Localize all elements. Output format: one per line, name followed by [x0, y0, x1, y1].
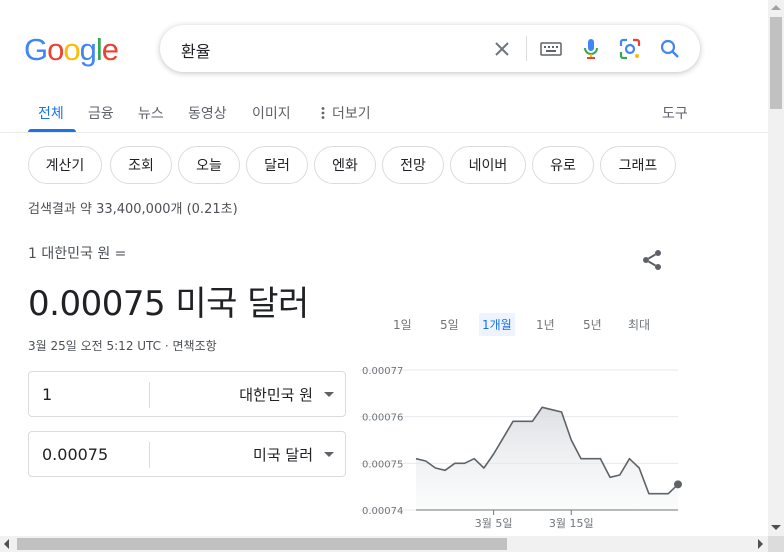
to-amount-row: 0.00075 미국 달러 [28, 431, 346, 477]
tab-all[interactable]: 전체 [38, 103, 64, 123]
search-box[interactable]: 환율 [160, 25, 700, 72]
share-icon[interactable] [640, 248, 664, 272]
to-currency-select[interactable]: 미국 달러 [253, 444, 313, 465]
dropdown-arrow-icon[interactable] [324, 392, 334, 397]
tab-images[interactable]: 이미지 [252, 103, 291, 123]
converter-result: 0.00075 미국 달러 [28, 284, 309, 324]
search-input[interactable]: 환율 [181, 38, 210, 62]
converter-from-line: 1 대한민국 원 = [28, 246, 127, 262]
from-amount-row: 1 대한민국 원 [28, 371, 346, 417]
chart-y-tick-label: 0.00074 [362, 506, 403, 517]
chart-y-tick-label: 0.00077 [362, 366, 403, 377]
tab-videos[interactable]: 동영상 [188, 103, 227, 123]
tools-button[interactable]: 도구 [662, 103, 688, 123]
range-1m[interactable]: 1개월 [479, 313, 515, 336]
chart-x-tick-label: 3월 5일 [475, 516, 513, 530]
to-amount-input[interactable]: 0.00075 [42, 445, 108, 464]
chart-y-tick-label: 0.00076 [362, 413, 403, 424]
chart-last-point [674, 480, 682, 489]
chart-x-tick-label: 3월 15일 [549, 516, 594, 530]
search-divider [526, 36, 527, 61]
tab-more-label: 더보기 [332, 106, 371, 122]
converter-divider [149, 442, 150, 468]
tab-more[interactable]: 더보기 [318, 103, 371, 123]
range-1d[interactable]: 1일 [393, 314, 412, 335]
exchange-rate-chart[interactable]: 0.00077 0.00076 0.00075 0.00074 3월 5일 3월 15일 [360, 360, 690, 535]
vertical-scroll-thumb[interactable] [770, 17, 782, 109]
scroll-up-arrow-icon[interactable] [771, 5, 781, 10]
chart-y-tick-label: 0.00075 [362, 459, 403, 470]
google-logo[interactable]: Google [24, 32, 119, 68]
lens-icon[interactable] [618, 37, 642, 61]
scroll-left-arrow-icon[interactable] [4, 539, 9, 549]
search-tabs: 전체 금융 뉴스 동영상 이미지 더보기 도구 [0, 95, 768, 133]
logo-letter: o [47, 32, 64, 67]
search-icon[interactable] [658, 37, 682, 61]
logo-letter: g [79, 32, 97, 67]
range-5d[interactable]: 5일 [440, 314, 459, 335]
microphone-icon[interactable] [579, 37, 603, 61]
chip-outlook[interactable]: 전망 [382, 146, 444, 184]
more-vert-icon [321, 107, 325, 119]
dropdown-arrow-icon[interactable] [324, 452, 334, 457]
range-1y[interactable]: 1년 [536, 314, 555, 335]
chip-lookup[interactable]: 조회 [110, 146, 172, 184]
chip-calculator[interactable]: 계산기 [28, 146, 102, 184]
result-stats: 검색결과 약 33,400,000개 (0.21초) [28, 202, 238, 217]
horizontal-scroll-thumb[interactable] [17, 538, 507, 550]
active-tab-indicator [28, 129, 76, 132]
converter-timestamp: 3월 25일 오전 5:12 UTC · 면책조항 [28, 339, 217, 353]
tab-finance[interactable]: 금융 [88, 103, 114, 123]
chip-yen[interactable]: 엔화 [314, 146, 376, 184]
from-amount-input[interactable]: 1 [42, 385, 52, 404]
chip-euro[interactable]: 유로 [532, 146, 594, 184]
range-max[interactable]: 최대 [628, 314, 650, 335]
tab-news[interactable]: 뉴스 [138, 103, 164, 123]
chart-area [416, 407, 678, 510]
converter-divider [149, 382, 150, 408]
chip-today[interactable]: 오늘 [178, 146, 240, 184]
scroll-right-arrow-icon[interactable] [758, 539, 763, 549]
keyboard-icon[interactable] [539, 37, 563, 61]
scroll-down-arrow-icon[interactable] [771, 525, 781, 530]
chip-naver[interactable]: 네이버 [450, 146, 526, 184]
range-5y[interactable]: 5년 [583, 314, 602, 335]
scrollbar-corner [768, 536, 784, 552]
chip-dollar[interactable]: 달러 [246, 146, 308, 184]
logo-letter: e [101, 32, 119, 67]
clear-icon[interactable] [490, 37, 514, 61]
logo-letter: G [24, 32, 48, 67]
chip-graph[interactable]: 그래프 [600, 146, 676, 184]
from-currency-select[interactable]: 대한민국 원 [239, 384, 313, 405]
logo-letter: o [63, 32, 80, 67]
